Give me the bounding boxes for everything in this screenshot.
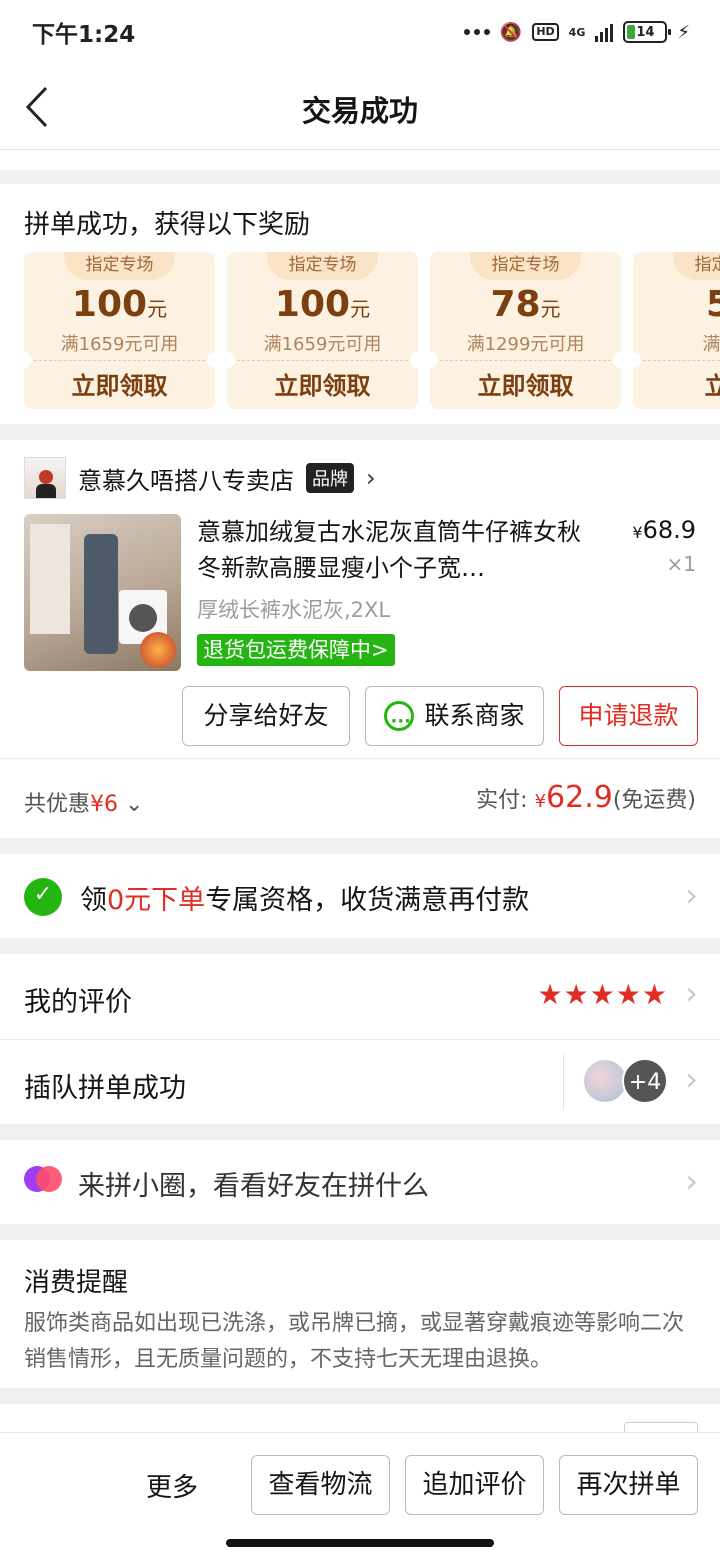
contact-seller-label: 联系商家 xyxy=(424,701,525,730)
refund-button[interactable]: 申请退款 xyxy=(559,686,698,746)
rewards-title: 拼单成功，获得以下奖励 xyxy=(24,210,311,240)
coupon-condition: 满1659元可用 xyxy=(60,334,179,355)
my-review-label: 我的评价 xyxy=(24,987,132,1018)
product-quantity: ×1 xyxy=(666,552,696,576)
chevron-right-icon: › xyxy=(366,464,376,492)
friend-circle-row[interactable]: 来拼小圈，看看好友在拼什么 › xyxy=(0,1140,720,1224)
coupon-condition: 满1659元可用 xyxy=(263,334,382,355)
coupon-amount: 100元 xyxy=(274,284,371,325)
coupon-card[interactable]: 指定专场 100元 满1659元可用 立即领取 xyxy=(16,252,223,409)
friend-circle-text: 来拼小圈，看看好友在拼什么 xyxy=(78,1171,429,1202)
share-button[interactable]: 分享给好友 xyxy=(182,686,350,746)
coupon-amount: 100元 xyxy=(71,284,168,325)
zero-order-offer[interactable]: 领0元下单专属资格，收货满意再付款 › xyxy=(0,854,720,938)
coupon-amount: 5元 xyxy=(705,284,720,325)
coupon-tag: 指定专场 xyxy=(64,252,175,280)
discount-summary[interactable]: 共优惠¥6 ⌄ xyxy=(24,786,143,818)
coupon-condition: 满1299元可用 xyxy=(466,334,585,355)
top-strip xyxy=(0,150,720,170)
claim-button[interactable]: 立即 xyxy=(633,366,720,401)
coupon-list: 指定专场 100元 满1659元可用 立即领取 指定专场 100元 满1659元… xyxy=(16,252,720,409)
coupon-card[interactable]: 指定专场 100元 满1659元可用 立即领取 xyxy=(219,252,426,409)
reorder-button[interactable]: 再次拼单 xyxy=(559,1455,698,1515)
chevron-down-icon: ⌄ xyxy=(125,792,144,817)
chevron-right-icon: › xyxy=(685,1162,698,1200)
coupon-tag: 指定专场 xyxy=(673,252,720,280)
nav-bar: 交易成功 xyxy=(0,64,720,150)
product-price: ¥68.9 xyxy=(632,516,696,544)
queue-row[interactable]: 插队拼单成功 +4 › xyxy=(0,1039,720,1124)
paid-amount: 实付: ¥62.9(免运费) xyxy=(476,780,696,815)
charging-icon: ⚡ xyxy=(677,21,690,43)
queue-label: 插队拼单成功 xyxy=(24,1073,186,1104)
view-logistics-button[interactable]: 查看物流 xyxy=(251,1455,390,1515)
claim-button[interactable]: 立即领取 xyxy=(227,366,418,401)
page-title: 交易成功 xyxy=(301,94,418,128)
status-time: 下午1:24 xyxy=(32,22,136,48)
coupon-card[interactable]: 指定专场 5元 满999 立即 xyxy=(625,252,720,409)
coupon-condition: 满999 xyxy=(702,334,720,355)
rewards-section: 拼单成功，获得以下奖励 指定专场 100元 满1659元可用 立即领取 指定专场… xyxy=(0,184,720,424)
bottom-action-bar: 更多 查看物流 追加评价 再次拼单 xyxy=(0,1432,720,1560)
store-logo xyxy=(24,457,66,499)
badge-check-icon xyxy=(24,878,62,916)
status-bar: 下午1:24 🔕 HD 4G 14 ⚡ xyxy=(0,0,720,64)
battery-level: 14 xyxy=(636,24,655,40)
zero-order-text: 领0元下单专属资格，收货满意再付款 xyxy=(80,885,530,916)
return-shipping-badge[interactable]: 退货包运费保障中> xyxy=(197,634,395,666)
review-section: 我的评价 ★★★★★ › 插队拼单成功 +4 › xyxy=(0,954,720,1124)
consumer-reminder: 消费提醒 服饰类商品如出现已洗涤，或吊牌已摘，或显著穿戴痕迹等影响二次销售情形，… xyxy=(0,1240,720,1388)
claim-button[interactable]: 立即领取 xyxy=(24,366,215,401)
order-card: 意慕久唔搭八专卖店 品牌 › 意慕加绒复古水泥灰直筒牛仔裤女秋冬新款高腰显瘦小个… xyxy=(0,440,720,838)
coupon-card[interactable]: 指定专场 78元 满1299元可用 立即领取 xyxy=(422,252,629,409)
coupon-amount: 78元 xyxy=(490,284,561,325)
signal-icon xyxy=(595,22,614,42)
chat-icon xyxy=(384,693,415,751)
circle-logo-icon xyxy=(24,1166,62,1196)
claim-button[interactable]: 立即领取 xyxy=(430,366,621,401)
chevron-right-icon: › xyxy=(685,1060,698,1098)
mute-icon: 🔕 xyxy=(499,21,523,43)
battery-icon: 14 xyxy=(623,21,672,43)
contact-seller-button[interactable]: 联系商家 xyxy=(365,686,544,751)
add-review-button[interactable]: 追加评价 xyxy=(405,1455,544,1515)
product-image[interactable] xyxy=(24,514,181,671)
avatar-group: +4 xyxy=(582,1058,668,1104)
coupon-tag: 指定专场 xyxy=(470,252,581,280)
brand-badge: 品牌 xyxy=(306,463,354,493)
rating-stars: ★★★★★ xyxy=(537,978,668,1011)
my-review-row[interactable]: 我的评价 ★★★★★ › xyxy=(0,954,720,1039)
store-name: 意慕久唔搭八专卖店 xyxy=(78,466,294,495)
more-count-badge: +4 xyxy=(622,1058,668,1104)
store-header[interactable]: 意慕久唔搭八专卖店 品牌 › xyxy=(24,456,376,500)
chevron-right-icon: › xyxy=(685,876,698,914)
home-indicator[interactable] xyxy=(226,1539,494,1547)
reminder-title: 消费提醒 xyxy=(24,1268,129,1298)
hd-icon: HD xyxy=(532,23,559,41)
product-spec: 厚绒长裤水泥灰,2XL xyxy=(197,598,391,622)
product-title[interactable]: 意慕加绒复古水泥灰直筒牛仔裤女秋冬新款高腰显瘦小个子宽… xyxy=(197,514,587,586)
more-button[interactable]: 更多 xyxy=(146,1467,198,1504)
more-dots-icon xyxy=(463,29,490,35)
chevron-right-icon: › xyxy=(685,974,698,1012)
status-icons: 🔕 HD 4G 14 ⚡ xyxy=(463,21,690,43)
coupon-tag: 指定专场 xyxy=(267,252,378,280)
network-label: 4G xyxy=(568,25,586,39)
reminder-body: 服饰类商品如出现已洗涤，或吊牌已摘，或显著穿戴痕迹等影响二次销售情形，且无质量问… xyxy=(24,1311,685,1372)
